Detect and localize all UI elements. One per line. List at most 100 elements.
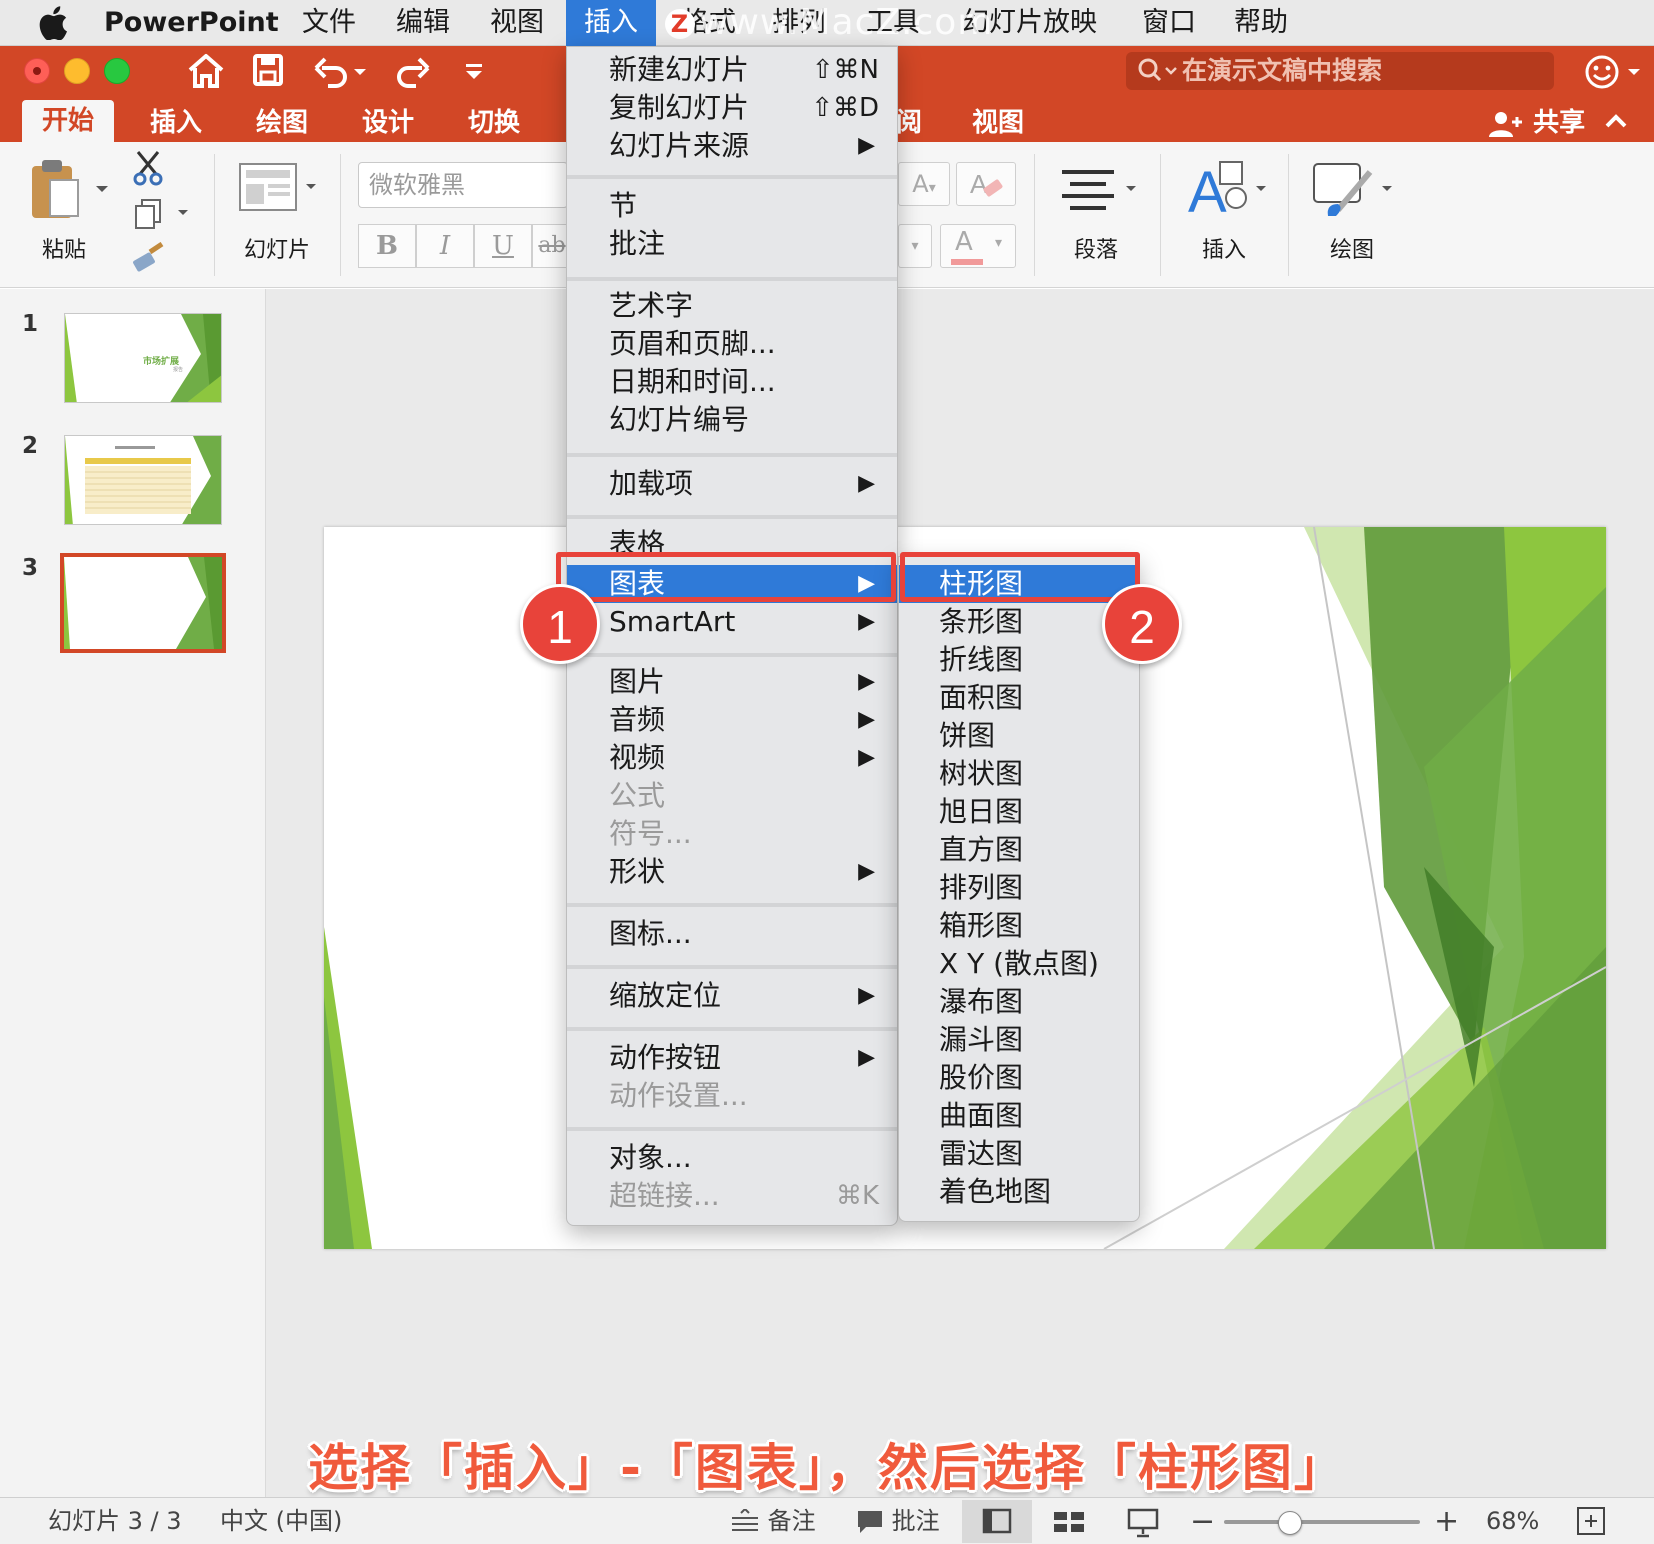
menu-item-smartart[interactable]: SmartArt ▶: [567, 603, 897, 641]
close-window-button[interactable]: [24, 58, 50, 84]
notes-icon: [732, 1507, 758, 1531]
zoom-percentage[interactable]: 68%: [1486, 1498, 1539, 1544]
redo-icon[interactable]: [392, 52, 432, 88]
menu-item-picture[interactable]: 图片 ▶: [567, 663, 897, 701]
search-input[interactable]: 在演示文稿中搜索: [1126, 52, 1554, 90]
slide-thumbnail-2[interactable]: [64, 435, 222, 525]
menu-item-add-ins[interactable]: 加载项 ▶: [567, 465, 897, 503]
zoom-out-button[interactable]: −: [1190, 1498, 1215, 1544]
language-indicator[interactable]: 中文 (中国): [220, 1498, 342, 1544]
menu-item-date-time[interactable]: 日期和时间...: [567, 363, 897, 401]
highlight-box-chart: [556, 552, 896, 602]
draw-button[interactable]: [1310, 158, 1396, 224]
paragraph-button[interactable]: [1060, 166, 1140, 220]
clear-formatting-icon[interactable]: A: [956, 162, 1016, 206]
zoom-slider-handle[interactable]: [1278, 1511, 1302, 1535]
menu-item-duplicate-slide[interactable]: 复制幻灯片 ⇧⌘D: [567, 89, 897, 127]
menu-item-action-buttons[interactable]: 动作按钮 ▶: [567, 1039, 897, 1077]
font-grow-button[interactable]: A▾: [898, 162, 950, 206]
tab-draw[interactable]: 绘图: [256, 104, 308, 142]
menu-item-comment[interactable]: 批注: [567, 225, 897, 263]
slide-sorter-view-button[interactable]: [1052, 1498, 1086, 1544]
chart-type-treemap[interactable]: 树状图: [899, 755, 1139, 793]
new-slide-button[interactable]: [238, 162, 322, 222]
underline-button[interactable]: U: [474, 224, 532, 268]
font-color-button[interactable]: A ▾: [940, 224, 1016, 268]
slide-thumbnail-3-selected[interactable]: [60, 553, 226, 653]
zoom-in-button[interactable]: +: [1434, 1498, 1459, 1544]
chart-type-area[interactable]: 面积图: [899, 679, 1139, 717]
menu-item-audio[interactable]: 音频 ▶: [567, 701, 897, 739]
chart-type-box-whisker[interactable]: 箱形图: [899, 907, 1139, 945]
chart-type-pareto[interactable]: 排列图: [899, 869, 1139, 907]
comments-button[interactable]: 批注: [856, 1498, 940, 1544]
menu-item-wordart[interactable]: 艺术字: [567, 287, 897, 325]
menu-edit[interactable]: 编辑: [396, 0, 450, 46]
paste-button[interactable]: [28, 158, 108, 226]
menu-window[interactable]: 窗口: [1142, 0, 1196, 46]
chart-type-funnel[interactable]: 漏斗图: [899, 1021, 1139, 1059]
chart-type-scatter[interactable]: X Y (散点图): [899, 945, 1139, 983]
chart-type-histogram[interactable]: 直方图: [899, 831, 1139, 869]
menu-help[interactable]: 帮助: [1234, 0, 1288, 46]
menu-item-slide-source[interactable]: 幻灯片来源 ▶: [567, 127, 897, 165]
menu-item-zoom[interactable]: 缩放定位 ▶: [567, 977, 897, 1015]
cut-icon[interactable]: [132, 150, 164, 190]
collapse-ribbon-icon[interactable]: [1604, 106, 1628, 143]
copy-icon[interactable]: [132, 198, 192, 234]
undo-icon[interactable]: [312, 52, 368, 88]
tab-insert[interactable]: 插入: [150, 104, 202, 142]
customize-toolbar-icon[interactable]: [464, 52, 484, 88]
chart-type-line[interactable]: 折线图: [899, 641, 1139, 679]
chart-type-stock[interactable]: 股价图: [899, 1059, 1139, 1097]
font-name-field[interactable]: 微软雅黑: [358, 162, 568, 208]
zoom-slider-track[interactable]: [1224, 1520, 1420, 1524]
menu-item-label: 对象...: [609, 1141, 692, 1174]
chart-type-waterfall[interactable]: 瀑布图: [899, 983, 1139, 1021]
save-icon[interactable]: [252, 52, 284, 88]
chart-type-sunburst[interactable]: 旭日图: [899, 793, 1139, 831]
bold-button[interactable]: B: [358, 224, 416, 268]
menu-view[interactable]: 视图: [490, 0, 544, 46]
feedback-smiley-icon[interactable]: [1584, 54, 1646, 94]
share-button[interactable]: 共享: [1488, 104, 1585, 142]
slide-thumbnail-1[interactable]: 市场扩展 报告: [64, 313, 222, 403]
menu-item-slide-number[interactable]: 幻灯片编号: [567, 401, 897, 439]
insert-button[interactable]: A: [1186, 158, 1270, 225]
menu-item-shapes[interactable]: 形状 ▶: [567, 853, 897, 891]
menu-item-section[interactable]: 节: [567, 187, 897, 225]
apple-menu-icon[interactable]: [38, 0, 74, 46]
tab-design[interactable]: 设计: [362, 104, 414, 142]
highlight-dropdown-icon[interactable]: ▾: [898, 224, 932, 268]
tab-transitions[interactable]: 切换: [468, 104, 520, 142]
home-icon[interactable]: [186, 52, 226, 90]
menu-insert[interactable]: 插入: [566, 0, 656, 46]
zoom-window-button[interactable]: [104, 58, 130, 84]
menu-item-label: 雷达图: [939, 1137, 1024, 1170]
chart-type-filled-map[interactable]: 着色地图: [899, 1173, 1139, 1211]
chart-type-pie[interactable]: 饼图: [899, 717, 1139, 755]
menu-item-header-footer[interactable]: 页眉和页脚...: [567, 325, 897, 363]
menu-item-label: 幻灯片编号: [609, 403, 750, 436]
app-name-menu[interactable]: PowerPoint: [104, 0, 279, 46]
menu-item-new-slide[interactable]: 新建幻灯片 ⇧⌘N: [567, 51, 897, 89]
minimize-window-button[interactable]: [64, 58, 90, 84]
menu-item-label: 符号...: [609, 817, 692, 850]
menu-file[interactable]: 文件: [302, 0, 356, 46]
menu-item-video[interactable]: 视频 ▶: [567, 739, 897, 777]
tab-home[interactable]: 开始: [22, 100, 115, 142]
reading-view-button[interactable]: [1126, 1498, 1160, 1544]
menu-item-object[interactable]: 对象...: [567, 1139, 897, 1177]
normal-view-button[interactable]: [962, 1500, 1032, 1543]
italic-button[interactable]: I: [416, 224, 474, 268]
notes-button[interactable]: 备注: [730, 1498, 816, 1544]
chart-type-surface[interactable]: 曲面图: [899, 1097, 1139, 1135]
notes-label: 备注: [767, 1507, 816, 1535]
menu-item-icons[interactable]: 图标...: [567, 915, 897, 953]
chevron-down-icon: ▾: [995, 235, 1003, 251]
tab-view[interactable]: 视图: [972, 104, 1024, 142]
tab-review[interactable]: 阅: [896, 104, 922, 142]
chart-type-radar[interactable]: 雷达图: [899, 1135, 1139, 1173]
fit-to-window-button[interactable]: [1576, 1498, 1606, 1544]
format-painter-icon[interactable]: [130, 241, 166, 280]
